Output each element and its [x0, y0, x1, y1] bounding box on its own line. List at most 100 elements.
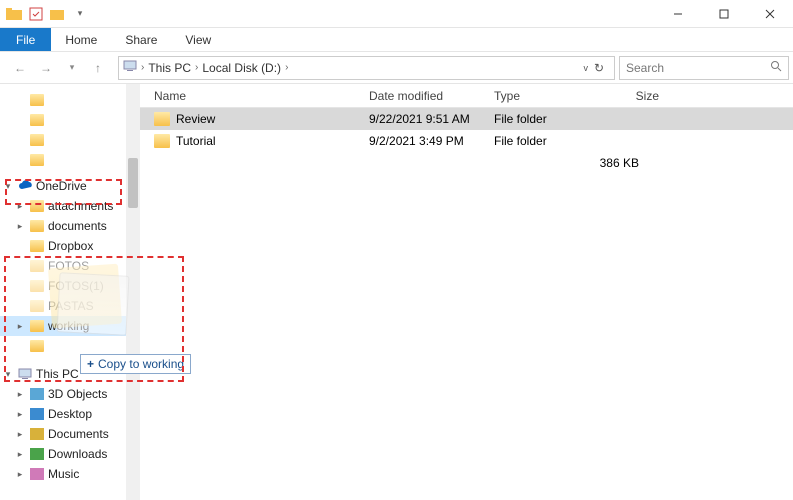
caret-icon[interactable] [2, 181, 14, 192]
tab-view[interactable]: View [171, 28, 225, 51]
tree-item[interactable]: Dropbox [0, 236, 140, 256]
tree-item[interactable]: 3D Objects [0, 384, 140, 404]
caret-icon[interactable] [2, 369, 14, 380]
qat-dropdown-icon[interactable]: ▾ [70, 4, 90, 24]
tab-home[interactable]: Home [51, 28, 111, 51]
cell-name: Review [176, 112, 369, 126]
cell-date: 9/22/2021 9:51 AM [369, 112, 494, 126]
minimize-button[interactable] [655, 0, 701, 28]
breadcrumb[interactable]: › This PC › Local Disk (D:) › v ↻ [118, 56, 615, 80]
tree-item[interactable] [0, 110, 140, 130]
tree-item[interactable]: documents [0, 216, 140, 236]
tree-item[interactable] [0, 336, 140, 356]
chevron-right-icon[interactable]: › [283, 62, 290, 73]
tree-item[interactable]: Downloads [0, 444, 140, 464]
navigation-pane: OneDrive attachments documents Dropbox F… [0, 84, 140, 500]
folder-icon [30, 154, 44, 166]
quick-access-toolbar: ▾ [4, 4, 90, 24]
tree-label: This PC [36, 367, 79, 381]
list-row[interactable]: Review 9/22/2021 9:51 AM File folder [140, 108, 793, 130]
up-button[interactable]: ↑ [88, 58, 108, 78]
tree-item[interactable] [0, 90, 140, 110]
folder-icon[interactable] [4, 4, 24, 24]
caret-icon[interactable] [14, 221, 26, 232]
cell-type: File folder [494, 112, 589, 126]
tree-label: attachments [48, 199, 113, 213]
folder-icon [30, 280, 44, 292]
caret-icon[interactable] [14, 321, 26, 332]
tree-item[interactable]: FOTOS(1) [0, 276, 140, 296]
tree-label: Dropbox [48, 239, 93, 253]
ribbon: File Home Share View [0, 28, 793, 52]
tree-item[interactable]: Documents [0, 424, 140, 444]
breadcrumb-segment[interactable]: This PC [148, 61, 191, 75]
tree-item-working[interactable]: working [0, 316, 140, 336]
properties-icon[interactable] [26, 4, 46, 24]
pc-icon [18, 368, 32, 380]
search-placeholder: Search [626, 61, 664, 75]
documents-icon [30, 428, 44, 440]
caret-icon[interactable] [14, 389, 26, 400]
forward-button[interactable]: → [36, 58, 56, 78]
maximize-button[interactable] [701, 0, 747, 28]
cell-date: 9/2/2021 3:49 PM [369, 134, 494, 148]
folder-icon [30, 134, 44, 146]
refresh-icon[interactable]: ↻ [594, 61, 604, 75]
folder-icon [30, 114, 44, 126]
folder-icon [30, 94, 44, 106]
folder-icon [30, 260, 44, 272]
tree-item[interactable]: attachments [0, 196, 140, 216]
tree-item[interactable]: PASTAS [0, 296, 140, 316]
tree-label: Downloads [48, 447, 107, 461]
back-button[interactable]: ← [10, 58, 30, 78]
pc-icon [123, 60, 137, 75]
column-header-size[interactable]: Size [589, 89, 669, 103]
folder-icon [154, 134, 170, 148]
folder-icon [30, 300, 44, 312]
column-header-type[interactable]: Type [494, 89, 589, 103]
tree-label: FOTOS(1) [48, 279, 104, 293]
caret-icon[interactable] [14, 429, 26, 440]
window-controls [655, 0, 793, 28]
tree-item-onedrive[interactable]: OneDrive [0, 176, 140, 196]
folder-icon [30, 220, 44, 232]
tree-item-this-pc[interactable]: This PC [0, 364, 140, 384]
scrollbar-thumb[interactable] [128, 158, 138, 208]
caret-icon[interactable] [14, 449, 26, 460]
address-dropdown-icon[interactable]: v [583, 63, 588, 73]
address-bar: ← → ▾ ↑ › This PC › Local Disk (D:) › v … [0, 52, 793, 84]
breadcrumb-segment[interactable]: Local Disk (D:) [202, 61, 281, 75]
tree-label: 3D Objects [48, 387, 107, 401]
tree-label: PASTAS [48, 299, 94, 313]
file-tab[interactable]: File [0, 28, 51, 51]
file-list: Name Date modified Type Size Review 9/22… [140, 84, 793, 500]
column-header-date[interactable]: Date modified [369, 89, 494, 103]
desktop-icon [30, 408, 44, 420]
list-row[interactable]: Tutorial 9/2/2021 3:49 PM File folder [140, 130, 793, 152]
caret-icon[interactable] [14, 201, 26, 212]
tree-label: FOTOS [48, 259, 89, 273]
recent-dropdown-icon[interactable]: ▾ [62, 58, 82, 78]
folder-icon [30, 200, 44, 212]
chevron-right-icon[interactable]: › [139, 62, 146, 73]
close-button[interactable] [747, 0, 793, 28]
column-header-name[interactable]: Name [154, 89, 369, 103]
nav-scrollbar[interactable] [126, 84, 140, 500]
folder-icon [30, 320, 44, 332]
search-input[interactable]: Search [619, 56, 789, 80]
tree-label: Desktop [48, 407, 92, 421]
tree-item[interactable]: Desktop [0, 404, 140, 424]
caret-icon[interactable] [14, 469, 26, 480]
tab-share[interactable]: Share [111, 28, 171, 51]
caret-icon[interactable] [14, 409, 26, 420]
folder-icon [30, 340, 44, 352]
search-icon [770, 60, 782, 75]
tree-item[interactable] [0, 150, 140, 170]
chevron-right-icon[interactable]: › [193, 62, 200, 73]
music-icon [30, 468, 44, 480]
3d-objects-icon [30, 388, 44, 400]
new-folder-icon[interactable] [48, 4, 68, 24]
tree-item[interactable]: FOTOS [0, 256, 140, 276]
tree-item[interactable] [0, 130, 140, 150]
tree-item[interactable]: Music [0, 464, 140, 484]
